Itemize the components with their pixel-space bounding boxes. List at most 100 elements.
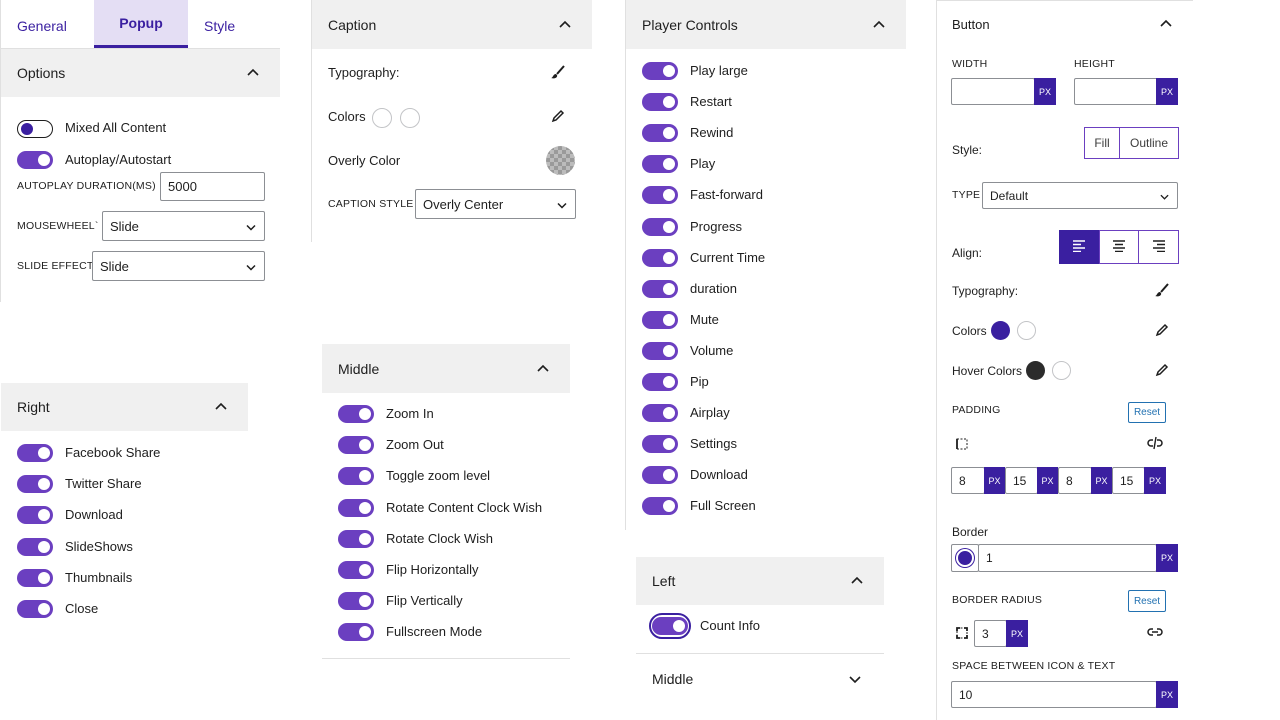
current-time-toggle[interactable]	[642, 248, 678, 267]
facebook-share-toggle[interactable]	[17, 444, 53, 462]
style-outline-button[interactable]: Outline	[1119, 127, 1179, 159]
caption-color-swatch-2[interactable]	[400, 108, 420, 128]
restart-toggle[interactable]	[642, 93, 678, 112]
caption-style-select[interactable]: Overly Center	[415, 189, 576, 219]
settings-label: Settings	[690, 436, 737, 452]
padding-right-unit[interactable]: PX	[1037, 467, 1058, 494]
tab-style[interactable]: Style	[204, 18, 235, 34]
play-toggle[interactable]	[642, 155, 678, 174]
tab-general[interactable]: General	[17, 18, 67, 34]
autoplay-toggle[interactable]	[17, 151, 53, 169]
button-color-swatch-1[interactable]	[991, 321, 1010, 340]
width-unit-button[interactable]: PX	[1034, 78, 1056, 105]
border-color-button[interactable]	[951, 544, 979, 572]
full-screen-toggle[interactable]	[642, 497, 678, 516]
hover-color-swatch-2[interactable]	[1052, 361, 1071, 380]
button-header[interactable]: Button	[937, 1, 1193, 47]
fullscreen-mode-toggle[interactable]	[338, 623, 374, 642]
rewind-toggle[interactable]	[642, 124, 678, 143]
zoom-in-toggle[interactable]	[338, 405, 374, 423]
chevron-up-icon[interactable]	[246, 66, 260, 80]
padding-right-input[interactable]: 15	[1005, 467, 1038, 494]
zoom-out-toggle[interactable]	[338, 436, 374, 455]
slideshows-toggle[interactable]	[17, 537, 53, 556]
pip-toggle[interactable]	[642, 373, 678, 391]
align-left-button[interactable]	[1059, 230, 1099, 264]
options-header[interactable]: Options	[1, 49, 280, 97]
space-between-unit[interactable]: PX	[1156, 681, 1178, 708]
caption-color-swatch-1[interactable]	[372, 108, 392, 128]
pencil-icon[interactable]	[1155, 363, 1169, 380]
border-width-input[interactable]: 1	[978, 544, 1157, 572]
autoplay-duration-input[interactable]: 5000	[160, 172, 265, 201]
airplay-toggle[interactable]	[642, 404, 678, 423]
height-unit-button[interactable]: PX	[1156, 78, 1178, 105]
button-left-border	[936, 0, 937, 720]
hover-color-swatch-1[interactable]	[1026, 361, 1045, 380]
middle-header[interactable]: Middle	[322, 344, 570, 393]
space-between-input[interactable]: 10	[951, 681, 1157, 708]
overly-color-swatch[interactable]	[546, 146, 575, 175]
height-input[interactable]	[1074, 78, 1158, 105]
rotate-content-clock-wish-toggle[interactable]	[338, 498, 374, 517]
middle2-header[interactable]: Middle	[636, 654, 884, 704]
flip-vertically-toggle[interactable]	[338, 592, 374, 611]
border-radius-input[interactable]: 3	[974, 620, 1007, 647]
rotate-clock-wish-toggle[interactable]	[338, 529, 374, 548]
thumbnails-toggle[interactable]	[17, 568, 53, 587]
chevron-down-icon[interactable]	[848, 672, 862, 689]
align-center-button[interactable]	[1099, 230, 1139, 264]
fast-forward-toggle[interactable]	[642, 186, 678, 205]
count-info-toggle[interactable]	[652, 617, 688, 635]
tab-popup[interactable]: Popup	[94, 0, 188, 48]
style-fill-button[interactable]: Fill	[1084, 127, 1120, 159]
chevron-up-icon[interactable]	[850, 574, 864, 588]
caption-header[interactable]: Caption	[312, 0, 592, 49]
twitter-share-toggle[interactable]	[17, 475, 53, 494]
brush-icon[interactable]	[550, 64, 566, 83]
close-toggle[interactable]	[17, 600, 53, 618]
type-select[interactable]: Default	[982, 182, 1178, 209]
chevron-up-icon[interactable]	[1159, 17, 1173, 34]
padding-reset-button[interactable]: Reset	[1128, 402, 1166, 423]
mixed-all-content-toggle[interactable]	[17, 120, 53, 138]
border-radius-unit[interactable]: PX	[1006, 620, 1028, 647]
play-large-toggle[interactable]	[642, 62, 678, 80]
padding-left-unit[interactable]: PX	[1144, 467, 1166, 494]
padding-top-input[interactable]: 8	[951, 467, 985, 494]
volume-toggle[interactable]	[642, 341, 678, 360]
download-toggle[interactable]	[642, 466, 678, 485]
padding-bottom-unit[interactable]: PX	[1091, 467, 1112, 494]
left-header[interactable]: Left	[636, 557, 884, 605]
toggle-zoom-level-toggle[interactable]	[338, 467, 374, 486]
pencil-icon[interactable]	[1155, 323, 1169, 340]
chevron-up-icon[interactable]	[536, 362, 550, 376]
rewind-label: Rewind	[690, 125, 734, 141]
align-right-button[interactable]	[1138, 230, 1179, 264]
padding-bottom-input[interactable]: 8	[1058, 467, 1092, 494]
player-controls-header[interactable]: Player Controls	[626, 0, 906, 49]
chevron-up-icon[interactable]	[872, 18, 886, 32]
link-icon[interactable]	[1147, 626, 1163, 641]
padding-left-input[interactable]: 15	[1112, 467, 1145, 494]
slide-effect-select[interactable]: Slide	[92, 251, 265, 281]
border-unit-button[interactable]: PX	[1156, 544, 1178, 572]
download-toggle[interactable]	[17, 506, 53, 525]
padding-top-unit[interactable]: PX	[984, 467, 1005, 494]
right-header[interactable]: Right	[1, 383, 248, 431]
mousewheel-select[interactable]: Slide	[102, 211, 265, 241]
chevron-up-icon[interactable]	[558, 18, 572, 32]
style-label: Style:	[952, 143, 983, 157]
duration-toggle[interactable]	[642, 279, 678, 298]
border-radius-reset-button[interactable]: Reset	[1128, 590, 1166, 612]
unlink-icon[interactable]	[1147, 436, 1163, 453]
brush-icon[interactable]	[1154, 282, 1170, 301]
pencil-icon[interactable]	[551, 109, 565, 126]
mute-toggle[interactable]	[642, 310, 678, 329]
width-input[interactable]	[951, 78, 1035, 105]
chevron-up-icon[interactable]	[214, 400, 228, 414]
settings-toggle[interactable]	[642, 435, 678, 454]
flip-horizontally-toggle[interactable]	[338, 561, 374, 579]
button-color-swatch-2[interactable]	[1017, 321, 1036, 340]
progress-toggle[interactable]	[642, 217, 678, 236]
